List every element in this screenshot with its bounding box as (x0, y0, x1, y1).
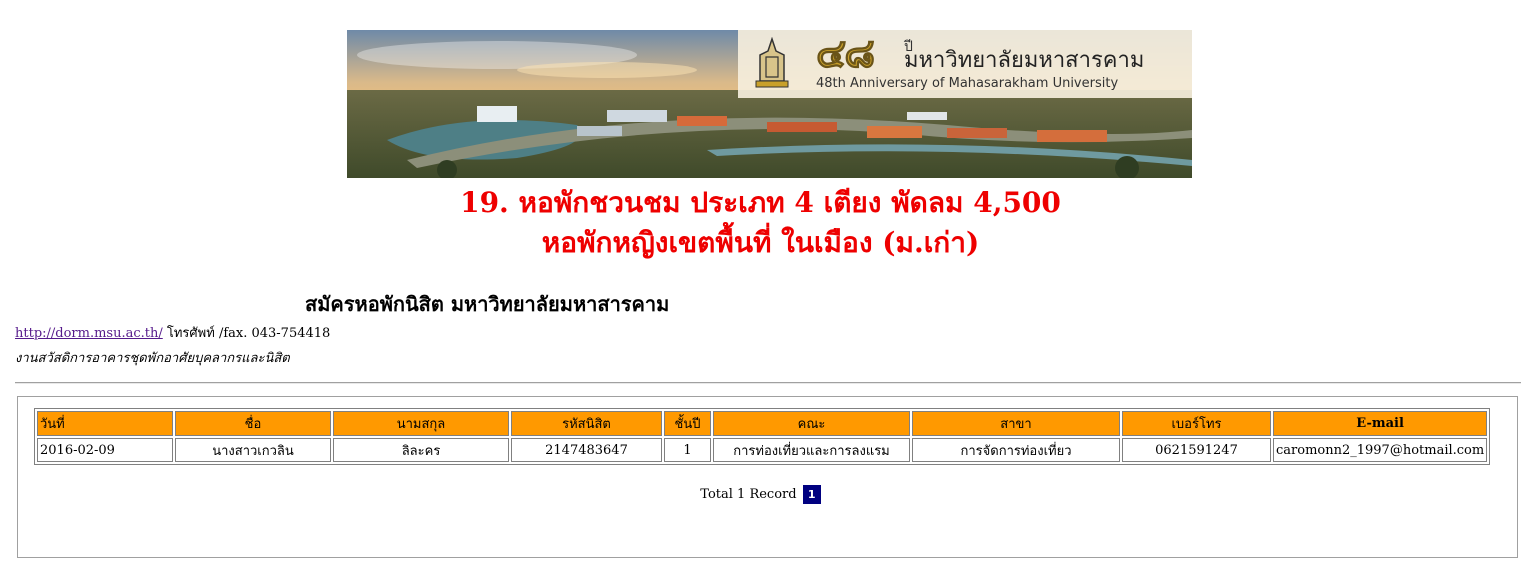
cell-faculty: การท่องเที่ยวและการลงแรม (713, 438, 910, 462)
column-header-student-id: รหัสนิสิต (511, 411, 662, 436)
table-row: 2016-02-09 นางสาวเกวลิน ลิละคร 214748364… (37, 438, 1488, 462)
anniversary-number: ๔๘ (815, 31, 875, 77)
cell-phone: 0621591247 (1122, 438, 1271, 462)
cell-student-id: 2147483647 (511, 438, 662, 462)
dorm-website-link[interactable]: http://dorm.msu.ac.th/ (15, 326, 163, 341)
column-header-major: สาขา (912, 411, 1120, 436)
phone-fax-text: โทรศัพท์ /fax. 043-754418 (162, 326, 331, 341)
dorm-title: 19. หอพักชวนชม ประเภท 4 เตียง พัดลม 4,50… (460, 186, 1061, 219)
page-subtitle: สมัครหอพักนิสิต มหาวิทยาลัยมหาสารคาม (305, 292, 670, 316)
university-banner: ๔๘ ปี มหาวิทยาลัยมหาสารคาม 48th Annivers… (347, 30, 1192, 178)
department-name: งานสวัสดิการอาคารชุดพักอาศัยบุคลากรและนิ… (15, 351, 290, 366)
table-header-row: วันที่ ชื่อ นามสกุล รหัสนิสิต ชั้นปี คณะ… (37, 411, 1488, 436)
contact-line: http://dorm.msu.ac.th/ โทรศัพท์ /fax. 04… (15, 326, 330, 342)
column-header-date: วันที่ (37, 411, 173, 436)
column-header-phone: เบอร์โทร (1122, 411, 1271, 436)
record-count-text: Total 1 Record (700, 487, 797, 502)
university-name-thai: มหาวิทยาลัยมหาสารคาม (904, 48, 1145, 73)
cell-date: 2016-02-09 (37, 438, 173, 462)
cell-year: 1 (664, 438, 711, 462)
cell-email: caromonn2_1997@hotmail.com (1273, 438, 1488, 462)
applicants-table: วันที่ ชื่อ นามสกุล รหัสนิสิต ชั้นปี คณะ… (34, 408, 1491, 465)
anniversary-logo: ๔๘ ปี มหาวิทยาลัยมหาสารคาม 48th Annivers… (738, 30, 1192, 98)
column-header-first-name: ชื่อ (175, 411, 331, 436)
pagination: Total 1 Record 1 (0, 485, 1521, 505)
cell-first-name: นางสาวเกวลิน (175, 438, 331, 462)
anniversary-english-text: 48th Anniversary of Mahasarakham Univers… (816, 76, 1119, 91)
cell-major: การจัดการท่องเที่ยว (912, 438, 1120, 462)
column-header-faculty: คณะ (713, 411, 910, 436)
page-1-button[interactable]: 1 (802, 485, 821, 504)
column-header-last-name: นามสกุล (333, 411, 509, 436)
divider (15, 382, 1521, 384)
cell-last-name: ลิละคร (333, 438, 509, 462)
university-seal-icon (755, 37, 789, 88)
column-header-email: E-mail (1273, 411, 1488, 436)
column-header-year: ชั้นปี (664, 411, 711, 436)
dorm-zone-title: หอพักหญิงเขตพื้นที่ ในเมือง (ม.เก่า) (541, 226, 980, 259)
